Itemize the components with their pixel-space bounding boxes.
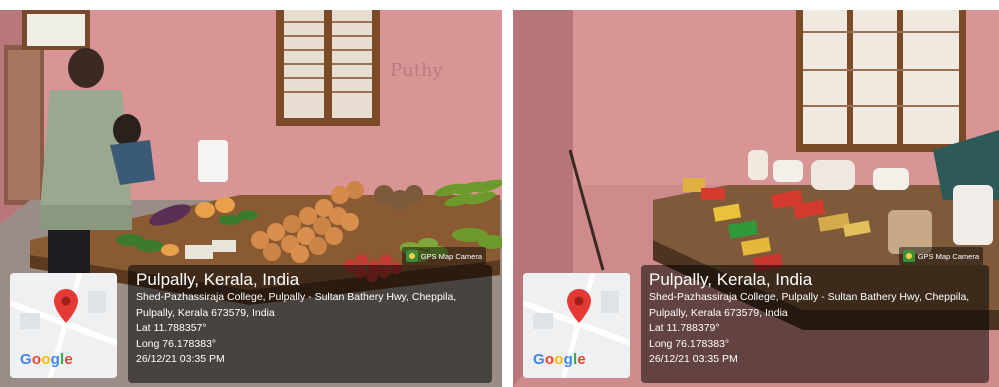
camera-label: GPS Map Camera: [917, 251, 979, 261]
address-line-1: Shed-Pazhassiraja College, Pulpally - Su…: [136, 291, 457, 303]
svg-text:Puthy: Puthy: [390, 60, 444, 81]
geotag-overlay-right: Google GPS Map Camera Pulpally, Kerala, …: [523, 247, 995, 383]
address-line-2: Pulpally, Kerala 673579, India: [649, 306, 788, 319]
location-title: Pulpally, Kerala, India: [136, 270, 300, 289]
geotag-info-panel-right: GPS Map Camera Pulpally, Kerala, India S…: [641, 247, 989, 383]
location-pin-icon: [567, 289, 591, 323]
address-line-1: Shed-Pazhassiraja College, Pulpally - Su…: [649, 291, 970, 303]
wall-scribble: Puthy: [390, 60, 444, 81]
address-line-2: Pulpally, Kerala 673579, India: [136, 306, 275, 319]
timestamp: 26/12/21 03:35 PM: [649, 353, 738, 365]
gps-camera-badge: GPS Map Camera: [401, 247, 486, 265]
camera-app-icon: [405, 250, 418, 262]
photo-left: Puthy Google GPS Map Camera Pulpally, Ke…: [0, 10, 502, 387]
photo-right: Google GPS Map Camera Pulpally, Kerala, …: [513, 10, 999, 387]
latitude: Lat 11.788357°: [136, 322, 207, 334]
longitude: Long 76.178383°: [649, 337, 730, 350]
timestamp: 26/12/21 03:35 PM: [136, 353, 225, 365]
location-title: Pulpally, Kerala, India: [649, 270, 813, 289]
geotag-info-panel: GPS Map Camera Pulpally, Kerala, India S…: [128, 247, 492, 383]
geotag-overlay: Google GPS Map Camera Pulpally, Kerala, …: [10, 247, 498, 383]
camera-app-icon: [902, 250, 915, 262]
longitude: Long 76.178383°: [136, 337, 217, 350]
location-pin-icon: [54, 289, 78, 323]
google-logo: Google: [533, 351, 586, 368]
google-logo: Google: [20, 351, 73, 368]
camera-label: GPS Map Camera: [420, 251, 482, 261]
latitude: Lat 11.788379°: [649, 322, 720, 334]
gps-camera-badge: GPS Map Camera: [898, 247, 983, 265]
map-thumbnail-right: Google: [523, 273, 630, 378]
map-thumbnail: Google: [10, 273, 117, 378]
